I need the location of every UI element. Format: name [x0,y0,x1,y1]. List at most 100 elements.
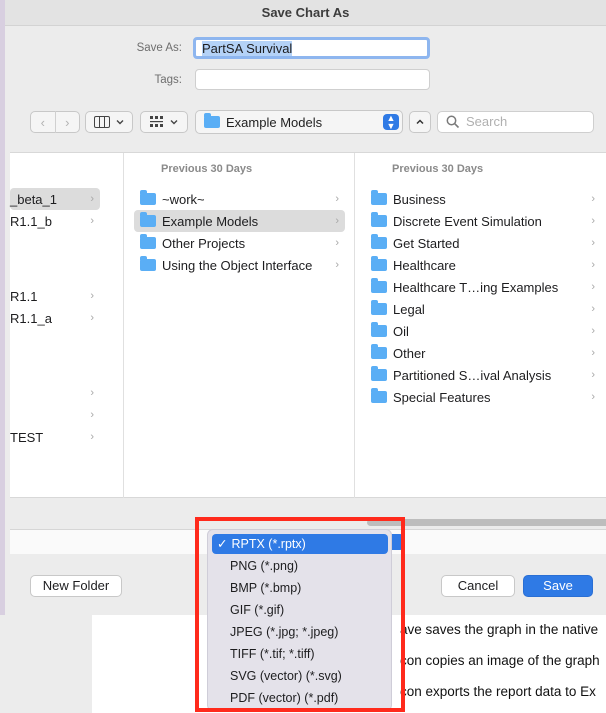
chevron-right-icon: › [335,193,339,205]
location-popup[interactable]: Example Models ▲ ▼ [195,110,403,134]
chevron-right-icon: › [591,303,595,315]
menu-item-bmp[interactable]: BMP (*.bmp) [212,578,388,598]
save-dialog: Save Chart As Save As: PartSA Survival T… [0,0,606,615]
save-as-value: PartSA Survival [202,41,293,56]
menu-item-svg[interactable]: SVG (vector) (*.svg) [212,666,388,686]
folder-icon [371,212,387,227]
folder-icon [371,366,387,381]
list-item[interactable]: Other Projects › [134,232,345,254]
list-item[interactable]: R1.1 › [10,285,100,307]
chevron-right-icon: › [90,312,94,324]
search-placeholder: Search [466,114,508,129]
list-item[interactable]: Business › [365,188,601,210]
chevron-right-icon: › [90,387,94,399]
folder-icon [371,322,387,337]
folder-icon [371,388,387,403]
background-text-line: con copies an image of the graph [400,653,600,668]
columns-icon [93,116,110,128]
tags-label: Tags: [154,74,183,86]
folder-icon [371,344,387,359]
chevron-up-icon [416,119,424,125]
folder-icon [371,234,387,249]
file-browser: _beta_1 › R1.1_b › R1.1 › R1.1_a › › › TEST ›… [10,152,606,499]
folder-icon [371,256,387,271]
new-folder-button[interactable]: New Folder [30,575,122,597]
list-item[interactable]: Discrete Event Simulation › [365,210,601,232]
list-item[interactable]: Special Features › [365,386,601,408]
background-text-line: con exports the report data to Ex [400,684,596,699]
list-item[interactable]: Using the Object Interface › [134,254,345,276]
up-down-chevron-icon: ▲ ▼ [383,114,399,131]
chevron-right-icon: › [591,193,595,205]
search-field[interactable]: Search [437,111,594,133]
location-label: Example Models [226,114,323,130]
list-item[interactable]: ~work~ › [134,188,345,210]
list-item[interactable]: › [10,382,100,404]
chevron-right-icon: › [335,215,339,227]
chevron-right-icon: › [591,325,595,337]
list-item[interactable]: Other › [365,342,601,364]
menu-item-tiff[interactable]: TIFF (*.tif; *.tiff) [212,644,388,664]
chevron-right-icon: › [591,347,595,359]
folder-icon [204,113,220,128]
menu-item-pdf[interactable]: PDF (vector) (*.pdf) [212,688,388,708]
chevron-right-icon: › [90,290,94,302]
list-item[interactable]: Partitioned S…ival Analysis › [365,364,601,386]
chevron-right-icon: › [335,237,339,249]
list-item[interactable]: Get Started › [365,232,601,254]
chevron-right-icon: › [335,259,339,271]
chevron-right-icon: › [591,259,595,271]
folder-icon [140,256,156,271]
list-item[interactable]: R1.1_b › [10,210,100,232]
list-item[interactable]: _beta_1 › [10,188,100,210]
folder-icon [140,212,156,227]
column-header: Previous 30 Days [161,163,253,175]
save-button[interactable]: Save [523,575,593,597]
group-view-button[interactable] [140,111,188,133]
tags-input[interactable] [195,69,430,90]
list-item[interactable]: Example Models › [134,210,345,232]
list-item[interactable]: Healthcare T…ing Examples › [365,276,601,298]
back-button[interactable]: ‹ [31,115,55,130]
menu-item-gif[interactable]: GIF (*.gif) [212,600,388,620]
list-item[interactable]: › [10,404,100,426]
list-item[interactable]: Healthcare › [365,254,601,276]
chevron-right-icon: › [591,369,595,381]
browser-column-1: _beta_1 › R1.1_b › R1.1 › R1.1_a › › › TEST › [10,153,124,499]
checkmark-icon: ✓ [217,537,228,551]
folder-icon [371,300,387,315]
dialog-title: Save Chart As [261,5,350,20]
back-forward-buttons: ‹ › [30,111,80,133]
title-bar: Save Chart As [5,0,606,26]
cancel-button[interactable]: Cancel [441,575,515,597]
chevron-right-icon: › [90,193,94,205]
chevron-right-icon: › [591,391,595,403]
forward-button[interactable]: › [55,115,79,130]
list-item[interactable]: Legal › [365,298,601,320]
chevron-right-icon: › [591,215,595,227]
folder-icon [140,190,156,205]
chevron-down-icon [116,120,123,125]
background-text-line: ave saves the graph in the native [400,622,599,637]
column-view-button[interactable] [85,111,133,133]
chevron-right-icon: › [591,281,595,293]
menu-item-rptx[interactable]: ✓ RPTX (*.rptx) [212,534,388,554]
chevron-right-icon: › [90,409,94,421]
save-as-label: Save As: [136,42,182,54]
chevron-right-icon: › [90,431,94,443]
menu-item-jpeg[interactable]: JPEG (*.jpg; *.jpeg) [212,622,388,642]
grid-icon [149,116,163,127]
chevron-down-icon [170,120,177,125]
chevron-right-icon: › [90,215,94,227]
list-item[interactable]: R1.1_a › [10,307,100,329]
search-icon [446,115,460,129]
list-item[interactable]: TEST › [10,426,100,448]
folder-icon [140,234,156,249]
horizontal-scrollbar[interactable] [367,519,606,526]
list-item[interactable]: Oil › [365,320,601,342]
save-as-input[interactable]: PartSA Survival [193,37,430,59]
menu-item-png[interactable]: PNG (*.png) [212,556,388,576]
folder-icon [371,190,387,205]
browser-column-3: Previous 30 Days Business › Discrete Even… [355,153,606,499]
collapse-button[interactable] [409,111,431,133]
